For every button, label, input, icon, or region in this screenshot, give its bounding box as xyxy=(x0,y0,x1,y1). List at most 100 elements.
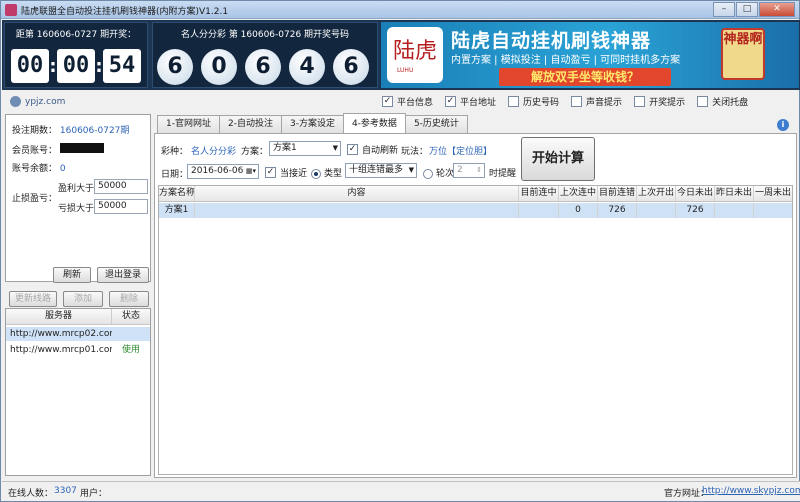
tab-reference-data[interactable]: 4-参考数据 xyxy=(342,113,406,133)
calendar-icon: ▦▾ xyxy=(245,167,256,175)
option-history-numbers[interactable]: 历史号码 xyxy=(508,95,559,108)
minimize-button[interactable]: – xyxy=(713,2,735,17)
col-today-missing[interactable]: 今日未出 xyxy=(676,186,715,201)
result-ball-1: 6 xyxy=(157,49,193,85)
type-select[interactable]: 十组连错最多 ▼ xyxy=(345,163,417,178)
refresh-button[interactable]: 刷新 xyxy=(53,267,91,283)
loss-input[interactable]: 50000 xyxy=(94,199,148,214)
option-sound[interactable]: 声音提示 xyxy=(571,95,622,108)
update-lines-button[interactable]: 更新线路 xyxy=(9,291,57,307)
countdown-label: 距第 160606-0727 期开奖： xyxy=(15,30,137,40)
near-checkbox[interactable]: ✓ 当接近 xyxy=(265,166,307,179)
countdown-panel: 距第 160606-0727 期开奖： 00 : 00 : 54 xyxy=(4,22,148,88)
plan-label: 方案： xyxy=(241,147,269,157)
option-platform-address[interactable]: ✓ 平台地址 xyxy=(445,95,496,108)
checkbox[interactable]: ✓ xyxy=(347,144,358,155)
title-bar[interactable]: 陆虎联盟全自动投注挂机刷钱神器(内附方案)V1.2.1 – □ ✕ xyxy=(1,1,799,19)
add-server-button[interactable]: 添加 xyxy=(63,291,103,307)
help-icon[interactable]: i xyxy=(777,119,789,131)
delete-server-button[interactable]: 删除 xyxy=(109,291,149,307)
option-platform-info[interactable]: ✓ 平台信息 xyxy=(382,95,433,108)
member-label: 会员账号： xyxy=(12,146,58,156)
status-bar: 在线人数： 3307 用户： 官方网址： http://www.skypjz.c… xyxy=(2,481,800,501)
ad-banner[interactable]: 陆虎 LUHU 陆虎自动挂机刷钱神器 内置方案 | 模拟投注 | 自动盈亏 | … xyxy=(381,22,799,88)
remind-label: 时提醒 xyxy=(489,169,517,179)
account-panel: 投注期数： 160606-0727期 会员账号： 账号余额： 0 止损盈亏： 盈… xyxy=(5,114,151,282)
checkbox[interactable] xyxy=(571,96,583,107)
option-close-tray[interactable]: 关闭托盘 xyxy=(697,95,748,108)
banner-badge: 神器啊 xyxy=(721,28,765,80)
online-label: 在线人数： xyxy=(8,489,54,499)
profit-label: 盈利大于 xyxy=(58,184,95,194)
option-draw-alert[interactable]: 开奖提示 xyxy=(634,95,685,108)
tab-plan-settings[interactable]: 3-方案设定 xyxy=(280,115,344,133)
result-label: 名人分分彩 第 160606-0726 期开奖号码 xyxy=(180,30,350,40)
col-content[interactable]: 内容 xyxy=(195,186,519,201)
countdown-minutes: 00 xyxy=(57,49,95,83)
checkbox[interactable] xyxy=(697,96,709,107)
globe-icon xyxy=(10,96,21,107)
result-panel: 名人分分彩 第 160606-0726 期开奖号码 6 0 6 4 6 xyxy=(152,22,378,88)
tab-auto-bet[interactable]: 2-自动投注 xyxy=(218,115,282,133)
round-radio[interactable]: 轮次 xyxy=(423,166,454,179)
tab-bar: 1-官网网址 2-自动投注 3-方案设定 4-参考数据 5-历史统计 xyxy=(157,113,468,133)
col-last-drawn[interactable]: 上次开出 xyxy=(637,186,676,201)
result-ball-2: 0 xyxy=(201,49,237,85)
app-icon xyxy=(5,4,17,16)
spinner-icon: ⇕ xyxy=(476,166,482,174)
site-link[interactable]: ypjz.com xyxy=(10,96,65,107)
main-window: 陆虎联盟全自动投注挂机刷钱神器(内附方案)V1.2.1 – □ ✕ 距第 160… xyxy=(0,0,800,502)
checkbox[interactable]: ✓ xyxy=(382,96,393,107)
checkbox[interactable] xyxy=(508,96,520,107)
website-link[interactable]: http://www.skypjz.com xyxy=(702,486,800,496)
result-ball-5: 6 xyxy=(333,49,369,85)
server-row[interactable]: http://www.mrcp02.com xyxy=(6,327,150,341)
balance-row: 账号余额： 0 xyxy=(12,164,66,174)
tab-history-stats[interactable]: 5-历史统计 xyxy=(404,115,468,133)
banner-subtitle: 内置方案 | 模拟投注 | 自动盈亏 | 可同时挂机多方案 xyxy=(451,55,681,66)
col-last-hit[interactable]: 上次连中 xyxy=(559,186,598,201)
result-ball-4: 4 xyxy=(289,49,325,85)
brand-logo: 陆虎 LUHU xyxy=(387,27,443,83)
options-bar: ypjz.com ✓ 平台信息 ✓ 平台地址 历史号码 声音提示 开奖提示 关闭托盘 xyxy=(2,92,800,112)
date-picker[interactable]: 2016-06-06 ▦▾ xyxy=(187,164,259,179)
grid-header: 方案名称 内容 目前连中 上次连中 目前连错 上次开出 今日未出 昨日未出 一周… xyxy=(159,186,792,202)
period-value: 160606-0727期 xyxy=(59,126,130,136)
table-row[interactable]: 方案1 0 726 726 xyxy=(159,203,792,218)
lottery-value: 名人分分彩 xyxy=(191,147,237,157)
header: 距第 160606-0727 期开奖： 00 : 00 : 54 名人分分彩 第… xyxy=(2,20,800,90)
chevron-down-icon: ▼ xyxy=(408,166,414,174)
col-current-hit[interactable]: 目前连中 xyxy=(519,186,559,201)
close-button[interactable]: ✕ xyxy=(759,2,795,17)
maximize-button[interactable]: □ xyxy=(736,2,758,17)
checkbox[interactable]: ✓ xyxy=(445,96,457,107)
col-plan-name[interactable]: 方案名称 xyxy=(159,186,195,201)
radio-unselected[interactable] xyxy=(423,168,433,179)
checkbox[interactable] xyxy=(634,96,646,107)
loss-label: 亏损大于 xyxy=(58,204,95,214)
round-stepper[interactable]: 2 ⇕ xyxy=(453,163,485,178)
reference-panel: 彩种： 名人分分彩 方案： 方案1 ▼ ✓ 自动刷新 玩法： 万位【定位胆】 日期：… xyxy=(154,133,797,478)
play-value: 万位【定位胆】 xyxy=(429,147,493,157)
profit-input[interactable]: 50000 xyxy=(94,179,148,194)
column-server[interactable]: 服务器 xyxy=(6,309,112,324)
logout-button[interactable]: 退出登录 xyxy=(97,267,149,283)
result-ball-3: 6 xyxy=(245,49,281,85)
auto-refresh-checkbox[interactable]: ✓ 自动刷新 xyxy=(347,143,398,156)
stop-label: 止损盈亏： xyxy=(12,194,58,204)
col-yesterday-missing[interactable]: 昨日未出 xyxy=(715,186,754,201)
checkbox[interactable]: ✓ xyxy=(265,167,276,178)
banner-title: 陆虎自动挂机刷钱神器 xyxy=(451,30,652,52)
column-status[interactable]: 状态 xyxy=(112,309,150,324)
type-radio[interactable]: 类型 xyxy=(311,166,342,179)
col-week-missing[interactable]: 一周未出 xyxy=(754,186,792,201)
plan-select[interactable]: 方案1 ▼ xyxy=(269,141,341,156)
start-calc-button[interactable]: 开始计算 xyxy=(521,137,595,181)
radio-selected[interactable] xyxy=(311,168,321,179)
tab-official-site[interactable]: 1-官网网址 xyxy=(157,115,220,133)
countdown-seconds: 54 xyxy=(103,49,141,83)
server-row[interactable]: http://www.mrcp01.com 使用 xyxy=(6,343,150,357)
period-row: 投注期数： 160606-0727期 xyxy=(12,126,130,136)
col-current-miss[interactable]: 目前连错 xyxy=(598,186,637,201)
server-list: 服务器 状态 http://www.mrcp02.com http://www.… xyxy=(5,308,151,476)
